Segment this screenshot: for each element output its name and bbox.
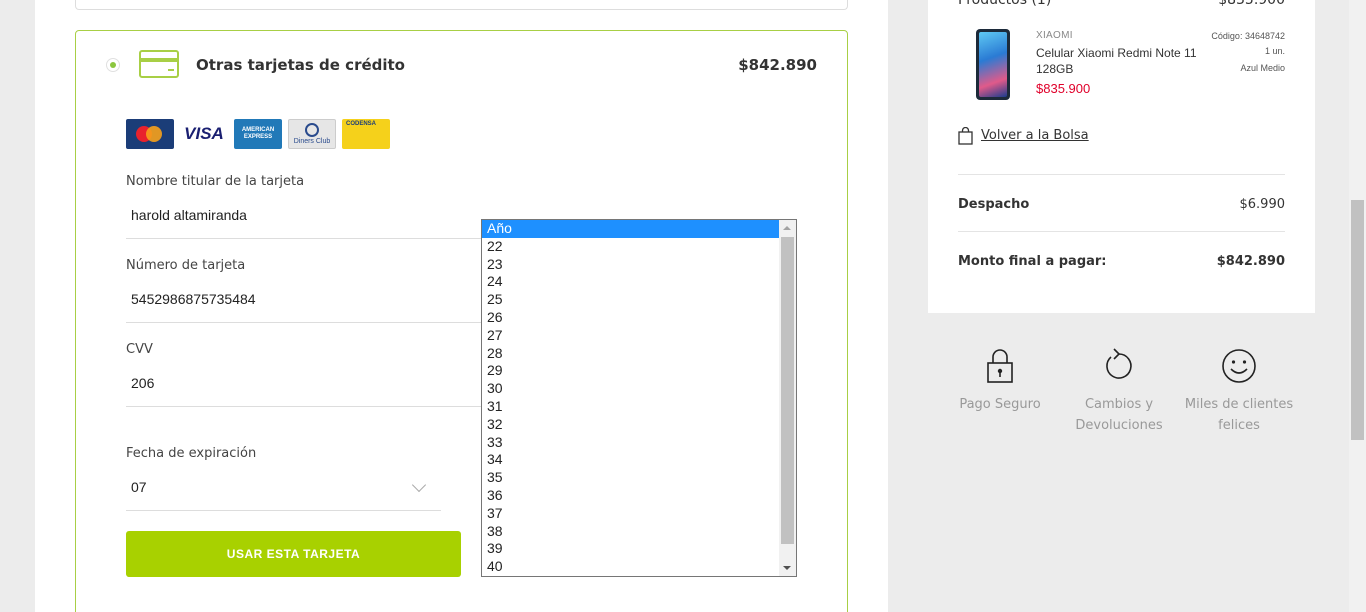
expiry-label: Fecha de expiración (126, 446, 257, 461)
diners-club-text: Diners Club (293, 138, 331, 145)
feature-secure-payment: Pago Seguro (940, 348, 1060, 415)
year-option[interactable]: 35 (482, 469, 779, 487)
year-option[interactable]: Año (482, 220, 779, 238)
year-option[interactable]: 23 (482, 256, 779, 274)
chevron-down-icon[interactable] (411, 477, 427, 493)
year-option[interactable]: 40 (482, 558, 779, 576)
product-price: $835.900 (1036, 81, 1091, 96)
products-heading: Productos (1) (958, 0, 1052, 8)
expiry-month-underline (126, 510, 441, 511)
card-brand-logos: VISA AMERICAN EXPRESS Diners Club CODENS… (126, 119, 390, 149)
previous-payment-option[interactable] (75, 0, 848, 10)
payment-method-title: Otras tarjetas de crédito (196, 56, 405, 74)
feature-returns: Cambios y Devoluciones (1059, 348, 1179, 436)
card-number-underline (126, 322, 481, 323)
mastercard-logo (126, 119, 174, 149)
year-option[interactable]: 31 (482, 398, 779, 416)
credit-card-icon (139, 50, 179, 78)
payment-method-radio[interactable] (106, 58, 120, 72)
card-number-label: Número de tarjeta (126, 258, 246, 273)
feature-label: Miles de clientes felices (1184, 397, 1294, 433)
scroll-up-arrow-icon[interactable] (783, 226, 791, 230)
holder-name-input[interactable]: harold altamiranda (131, 207, 247, 223)
year-option[interactable]: 26 (482, 309, 779, 327)
codensa-logo: CODENSA (342, 119, 390, 149)
year-option[interactable]: 39 (482, 540, 779, 558)
final-amount-label: Monto final a pagar: (958, 254, 1107, 269)
year-option[interactable]: 37 (482, 505, 779, 523)
year-option[interactable]: 32 (482, 416, 779, 434)
year-option[interactable]: 36 (482, 487, 779, 505)
product-brand: XIAOMI (1036, 30, 1073, 41)
holder-name-label: Nombre titular de la tarjeta (126, 174, 305, 189)
product-code: Código: 34648742 (1211, 31, 1285, 41)
year-option[interactable]: 27 (482, 327, 779, 345)
visa-logo: VISA (180, 119, 228, 149)
cvv-label: CVV (126, 342, 153, 357)
summary-divider (958, 174, 1285, 175)
year-option[interactable]: 34 (482, 451, 779, 469)
feature-label: Pago Seguro (959, 397, 1041, 412)
page-scroll-thumb[interactable] (1351, 200, 1364, 440)
holder-name-underline (126, 238, 481, 239)
year-options-list: Año 22 23 24 25 26 27 28 29 30 31 32 33 34 35 36 37 38 39 4… (482, 220, 796, 576)
feature-happy-customers: Miles de clientes felices (1179, 348, 1299, 436)
summary-divider (958, 231, 1285, 232)
shipping-label: Despacho (958, 197, 1030, 212)
cvv-underline (126, 406, 481, 407)
final-amount-value: $842.890 (1216, 254, 1285, 269)
product-image (976, 29, 1010, 100)
card-number-input[interactable]: 5452986875735484 (131, 291, 256, 307)
product-quantity: 1 un. (1264, 46, 1285, 56)
year-option[interactable]: 33 (482, 434, 779, 452)
payment-method-amount: $842.890 (738, 56, 817, 74)
back-to-bag-link[interactable]: Volver a la Bolsa (981, 128, 1089, 143)
year-option[interactable]: 28 (482, 345, 779, 363)
scroll-down-arrow-icon[interactable] (783, 566, 791, 570)
feature-label: Cambios y Devoluciones (1075, 397, 1163, 433)
order-summary-panel: Productos (1) $835.900 XIAOMI Celular Xi… (928, 0, 1315, 313)
lock-icon (987, 349, 1013, 383)
shipping-value: $6.990 (1239, 197, 1286, 212)
dropdown-scrollbar[interactable] (779, 220, 796, 576)
year-option[interactable]: 38 (482, 523, 779, 541)
dropdown-scroll-thumb[interactable] (781, 237, 794, 544)
expiry-month-select[interactable]: 07 (131, 479, 147, 495)
year-option[interactable]: 24 (482, 273, 779, 291)
year-option[interactable]: 25 (482, 291, 779, 309)
year-option[interactable]: 22 (482, 238, 779, 256)
shopping-bag-icon (958, 127, 973, 145)
diners-club-logo: Diners Club (288, 119, 336, 149)
page-scrollbar[interactable] (1349, 0, 1366, 612)
use-card-button[interactable]: USAR ESTA TARJETA (126, 531, 461, 577)
cvv-input[interactable]: 206 (131, 375, 154, 391)
smiley-icon (1222, 349, 1256, 383)
expiry-year-dropdown[interactable]: Año 22 23 24 25 26 27 28 29 30 31 32 33 34 35 36 37 38 39 4… (481, 219, 797, 577)
year-option[interactable]: 29 (482, 362, 779, 380)
product-name[interactable]: Celular Xiaomi Redmi Note 11 128GB (1036, 45, 1201, 77)
refresh-icon (1106, 348, 1132, 379)
products-total: $835.900 (1218, 0, 1285, 8)
year-option[interactable]: 30 (482, 380, 779, 398)
product-color: Azul Medio (1240, 63, 1285, 73)
amex-logo: AMERICAN EXPRESS (234, 119, 282, 149)
